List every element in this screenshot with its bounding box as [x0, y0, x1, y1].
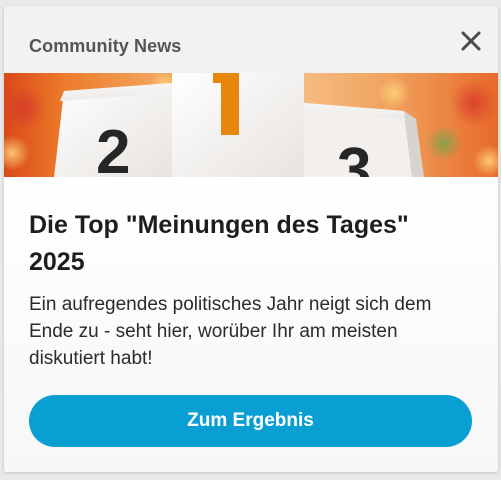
close-icon — [461, 31, 481, 51]
close-button[interactable] — [458, 28, 484, 54]
article-description: Ein aufregendes politisches Jahr neigt s… — [29, 294, 432, 369]
hero-image: 2 3 — [4, 73, 498, 177]
podium-icon: 2 3 — [4, 73, 498, 177]
svg-text:2: 2 — [96, 118, 130, 177]
card-header-title: Community News — [29, 36, 182, 56]
card-body: Die Top "Meinungen des Tages" 2025 Ein a… — [4, 177, 498, 472]
view-result-button[interactable]: Zum Ergebnis — [29, 395, 472, 447]
news-card: Community News 2 3 Die Top "Meinungen de… — [4, 6, 498, 472]
svg-text:3: 3 — [337, 136, 371, 177]
article-headline[interactable]: Die Top "Meinungen des Tages" 2025 — [29, 207, 469, 281]
card-header: Community News — [4, 6, 498, 73]
